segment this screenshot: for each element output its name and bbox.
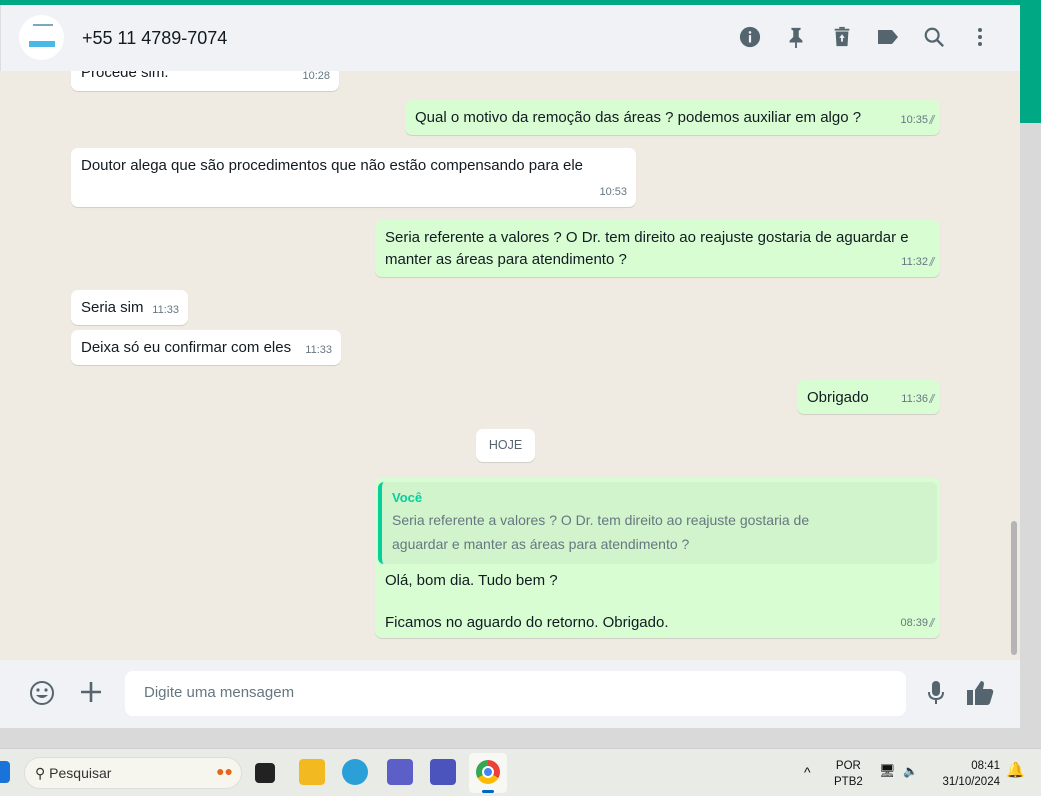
search-icon: ⚲	[35, 765, 46, 781]
clock-date: 31/10/2024	[942, 776, 1000, 788]
info-icon[interactable]	[738, 25, 762, 49]
contact-name[interactable]: +55 11 4789-7074	[82, 28, 227, 49]
message-time: 08:39	[900, 617, 928, 629]
message-time: 11:33	[305, 344, 332, 356]
edge-icon[interactable]	[342, 759, 368, 785]
pin-icon[interactable]	[784, 25, 808, 49]
message-input[interactable]: Digite uma mensagem	[125, 671, 906, 716]
message-incoming[interactable]: Seria sim 11:33	[71, 290, 188, 325]
emoji-icon[interactable]	[29, 680, 55, 711]
message-incoming[interactable]: Deixa só eu confirmar com eles 11:33	[71, 330, 341, 365]
message-outgoing[interactable]: Seria referente a valores ? O Dr. tem di…	[375, 220, 940, 277]
message-text: Qual o motivo da remoção das áreas ? pod…	[415, 109, 862, 126]
chrome-taskbar-button[interactable]	[469, 753, 507, 793]
message-time: 10:53	[599, 186, 627, 198]
message-text: Olá, bom dia. Tudo bem ?	[385, 572, 558, 589]
teams-icon[interactable]	[387, 759, 413, 785]
message-text: Seria referente a valores ? O Dr. tem di…	[385, 229, 909, 268]
message-outgoing[interactable]: Obrigado 11:36//	[797, 380, 940, 414]
whatsapp-window: +55 11 4789-7074 Procede sim. 10:28 Qual…	[0, 5, 1020, 728]
message-text: Deixa só eu confirmar com eles	[81, 339, 292, 356]
message-incoming[interactable]: Procede sim. 10:28	[71, 71, 339, 91]
delete-icon[interactable]	[830, 25, 854, 49]
chat-header: +55 11 4789-7074	[0, 5, 1020, 71]
taskbar-search[interactable]: ⚲ Pesquisar ●●	[24, 757, 242, 789]
search-label: Pesquisar	[49, 765, 112, 781]
message-time: 10:28	[302, 71, 330, 82]
notification-bell-icon[interactable]: 🔔	[1006, 763, 1025, 779]
network-icon[interactable]: 🖥	[879, 763, 896, 779]
message-time: 11:36	[901, 393, 928, 405]
chevron-up-icon[interactable]: ^	[804, 764, 811, 780]
menu-icon[interactable]	[968, 25, 992, 49]
start-icon[interactable]	[0, 761, 10, 783]
message-text: Obrigado	[807, 389, 869, 406]
chrome-icon	[476, 760, 500, 784]
attach-plus-icon[interactable]	[79, 680, 103, 709]
date-divider: HOJE	[476, 429, 535, 462]
file-explorer-icon[interactable]	[299, 759, 325, 785]
thumbs-up-icon[interactable]	[966, 680, 994, 711]
compose-bar: Digite uma mensagem	[0, 660, 1020, 728]
message-list[interactable]: Procede sim. 10:28 Qual o motivo da remo…	[0, 71, 1020, 660]
scrollbar[interactable]	[1011, 521, 1017, 655]
quoted-message[interactable]: Você Seria referente a valores ? O Dr. t…	[378, 482, 937, 564]
label-icon[interactable]	[876, 25, 900, 49]
clock-time: 08:41	[971, 760, 1000, 772]
volume-icon[interactable]: 🔈	[903, 763, 918, 779]
windows-taskbar: ⚲ Pesquisar ●● ^ POR PTB2 🖥 🔈 08:41 31/10/2…	[0, 748, 1041, 796]
microphone-icon[interactable]	[927, 680, 945, 711]
message-text: Seria sim	[81, 299, 144, 316]
contact-avatar[interactable]	[19, 15, 64, 60]
message-time: 10:35	[900, 114, 928, 126]
task-view-icon[interactable]	[255, 763, 275, 783]
teams-work-icon[interactable]	[430, 759, 456, 785]
message-text: Procede sim.	[81, 71, 169, 81]
message-text: Ficamos no aguardo do retorno. Obrigado.	[385, 614, 669, 631]
pumpkin-icon: ●●	[216, 763, 233, 779]
message-text: Doutor alega que são procedimentos que n…	[81, 157, 584, 174]
message-outgoing[interactable]: Qual o motivo da remoção das áreas ? pod…	[405, 100, 940, 135]
message-time: 11:33	[152, 304, 179, 316]
quote-author: Você	[392, 490, 423, 505]
message-time: 11:32	[901, 256, 928, 268]
quote-text: Seria referente a valores ? O Dr. tem di…	[392, 512, 810, 552]
clock[interactable]: 08:41 31/10/2024	[936, 758, 1000, 790]
search-icon[interactable]	[922, 25, 946, 49]
language-indicator[interactable]: POR PTB2	[834, 758, 863, 790]
background-strip	[1020, 0, 1041, 123]
message-outgoing-reply[interactable]: Você Seria referente a valores ? O Dr. t…	[375, 478, 940, 638]
message-incoming[interactable]: Doutor alega que são procedimentos que n…	[71, 148, 636, 207]
